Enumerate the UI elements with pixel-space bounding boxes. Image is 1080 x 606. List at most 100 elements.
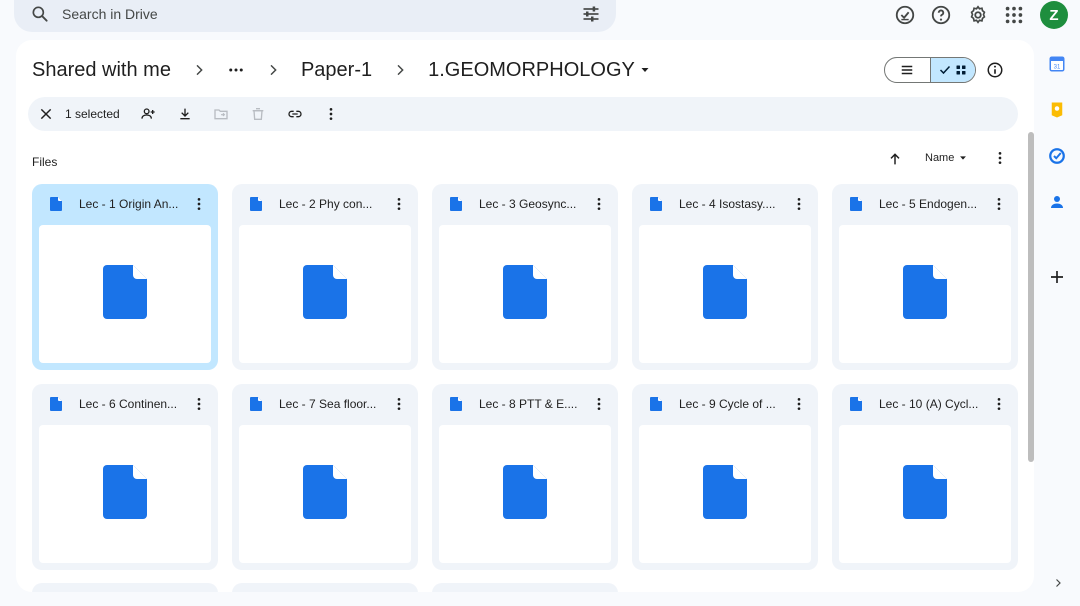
chevron-right-icon [270,64,277,76]
more-vert-icon[interactable] [323,106,339,122]
file-name: Lec - 6 Continen... [79,397,178,411]
settings-icon[interactable] [967,4,989,26]
selection-action-bar: 1 selected [28,97,1018,131]
more-vert-icon[interactable] [991,196,1007,212]
search-icon[interactable] [30,4,50,24]
document-icon [103,464,147,524]
svg-text:31: 31 [1054,65,1061,71]
file-card[interactable]: Lec - 3 Geosync... [432,184,618,370]
more-vert-icon[interactable] [791,196,807,212]
tune-icon[interactable] [581,4,601,24]
file-card[interactable]: Lec - 7 Sea floor... [232,384,418,570]
trash-icon [252,108,264,120]
add-icon[interactable] [1048,268,1066,286]
info-icon[interactable] [986,61,1004,79]
search-bar[interactable]: Search in Drive [14,0,616,32]
link-icon[interactable] [287,106,303,122]
more-vert-icon[interactable] [791,396,807,412]
file-thumbnail[interactable] [39,225,211,363]
more-vert-icon[interactable] [591,196,607,212]
chevron-right-icon[interactable] [1052,577,1064,589]
sort-by-label: Name [925,152,955,164]
help-icon[interactable] [930,4,952,26]
grid-view-button[interactable] [929,58,975,82]
breadcrumb-current-folder[interactable]: 1.GEOMORPHOLOGY [428,59,635,82]
file-card[interactable]: Lec - 5 Endogen... [832,184,1018,370]
document-icon [103,264,147,324]
more-vert-icon[interactable] [391,396,407,412]
document-icon [650,197,662,211]
caret-down-icon[interactable] [639,64,651,76]
sort-direction-icon[interactable] [887,151,903,167]
file-name: Lec - 8 PTT & E.... [479,397,578,411]
document-icon [250,397,262,411]
file-card[interactable]: Lec - 8 PTT & E.... [432,384,618,570]
document-icon [850,397,862,411]
main-panel: Shared with me Paper-1 1.GEOMORPHOLOGY 1… [16,40,1034,592]
file-thumbnail[interactable] [439,425,611,563]
file-card-partial[interactable] [32,583,218,592]
file-card[interactable]: Lec - 2 Phy con... [232,184,418,370]
close-icon[interactable] [38,106,54,122]
document-icon [903,464,947,524]
share-person-icon[interactable] [140,106,156,122]
ready-for-offline-icon[interactable] [894,4,916,26]
file-card-partial[interactable] [432,583,618,592]
file-thumbnail[interactable] [439,225,611,363]
more-horizontal-icon[interactable] [227,61,245,79]
file-name: Lec - 5 Endogen... [879,197,978,211]
selection-count: 1 selected [65,107,120,121]
download-icon[interactable] [177,106,193,122]
scrollbar[interactable] [1028,132,1034,462]
file-card[interactable]: Lec - 6 Continen... [32,384,218,570]
apps-grid-icon[interactable] [1003,4,1025,26]
list-view-button[interactable] [885,58,930,82]
file-thumbnail[interactable] [239,225,411,363]
file-thumbnail[interactable] [239,425,411,563]
file-name: Lec - 3 Geosync... [479,197,577,211]
document-icon [903,264,947,324]
document-icon [450,397,462,411]
chevron-right-icon [397,64,404,76]
move-to-folder-icon [214,109,228,120]
more-vert-icon[interactable] [992,150,1008,166]
file-card[interactable]: Lec - 1 Origin An... [32,184,218,370]
calendar-icon[interactable]: 31 [1048,55,1066,73]
file-thumbnail[interactable] [839,425,1011,563]
file-thumbnail[interactable] [839,225,1011,363]
document-icon [850,197,862,211]
document-icon [703,264,747,324]
file-thumbnail[interactable] [639,425,811,563]
file-name: Lec - 1 Origin An... [79,197,179,211]
sort-by-button[interactable]: Name [925,152,968,164]
document-icon [50,197,62,211]
tasks-icon[interactable] [1048,147,1066,165]
breadcrumb-shared-with-me[interactable]: Shared with me [32,59,171,82]
more-vert-icon[interactable] [191,396,207,412]
breadcrumb-paper-1[interactable]: Paper-1 [301,59,372,82]
document-icon [450,197,462,211]
more-vert-icon[interactable] [191,196,207,212]
breadcrumb: Shared with me Paper-1 1.GEOMORPHOLOGY [32,57,651,83]
file-card-partial[interactable] [232,583,418,592]
file-card[interactable]: Lec - 4 Isostasy.... [632,184,818,370]
document-icon [650,397,662,411]
file-name: Lec - 10 (A) Cycl... [879,397,979,411]
document-icon [703,464,747,524]
document-icon [50,397,62,411]
search-input[interactable]: Search in Drive [62,6,158,22]
document-icon [250,197,262,211]
keep-icon[interactable] [1048,101,1066,119]
grid-icon [956,65,966,75]
file-thumbnail[interactable] [39,425,211,563]
more-vert-icon[interactable] [391,196,407,212]
file-name: Lec - 7 Sea floor... [279,397,377,411]
file-name: Lec - 2 Phy con... [279,197,373,211]
avatar[interactable]: Z [1040,1,1068,29]
more-vert-icon[interactable] [991,396,1007,412]
file-card[interactable]: Lec - 9 Cycle of ... [632,384,818,570]
more-vert-icon[interactable] [591,396,607,412]
contacts-icon[interactable] [1048,193,1066,211]
file-thumbnail[interactable] [639,225,811,363]
file-card[interactable]: Lec - 10 (A) Cycl... [832,384,1018,570]
